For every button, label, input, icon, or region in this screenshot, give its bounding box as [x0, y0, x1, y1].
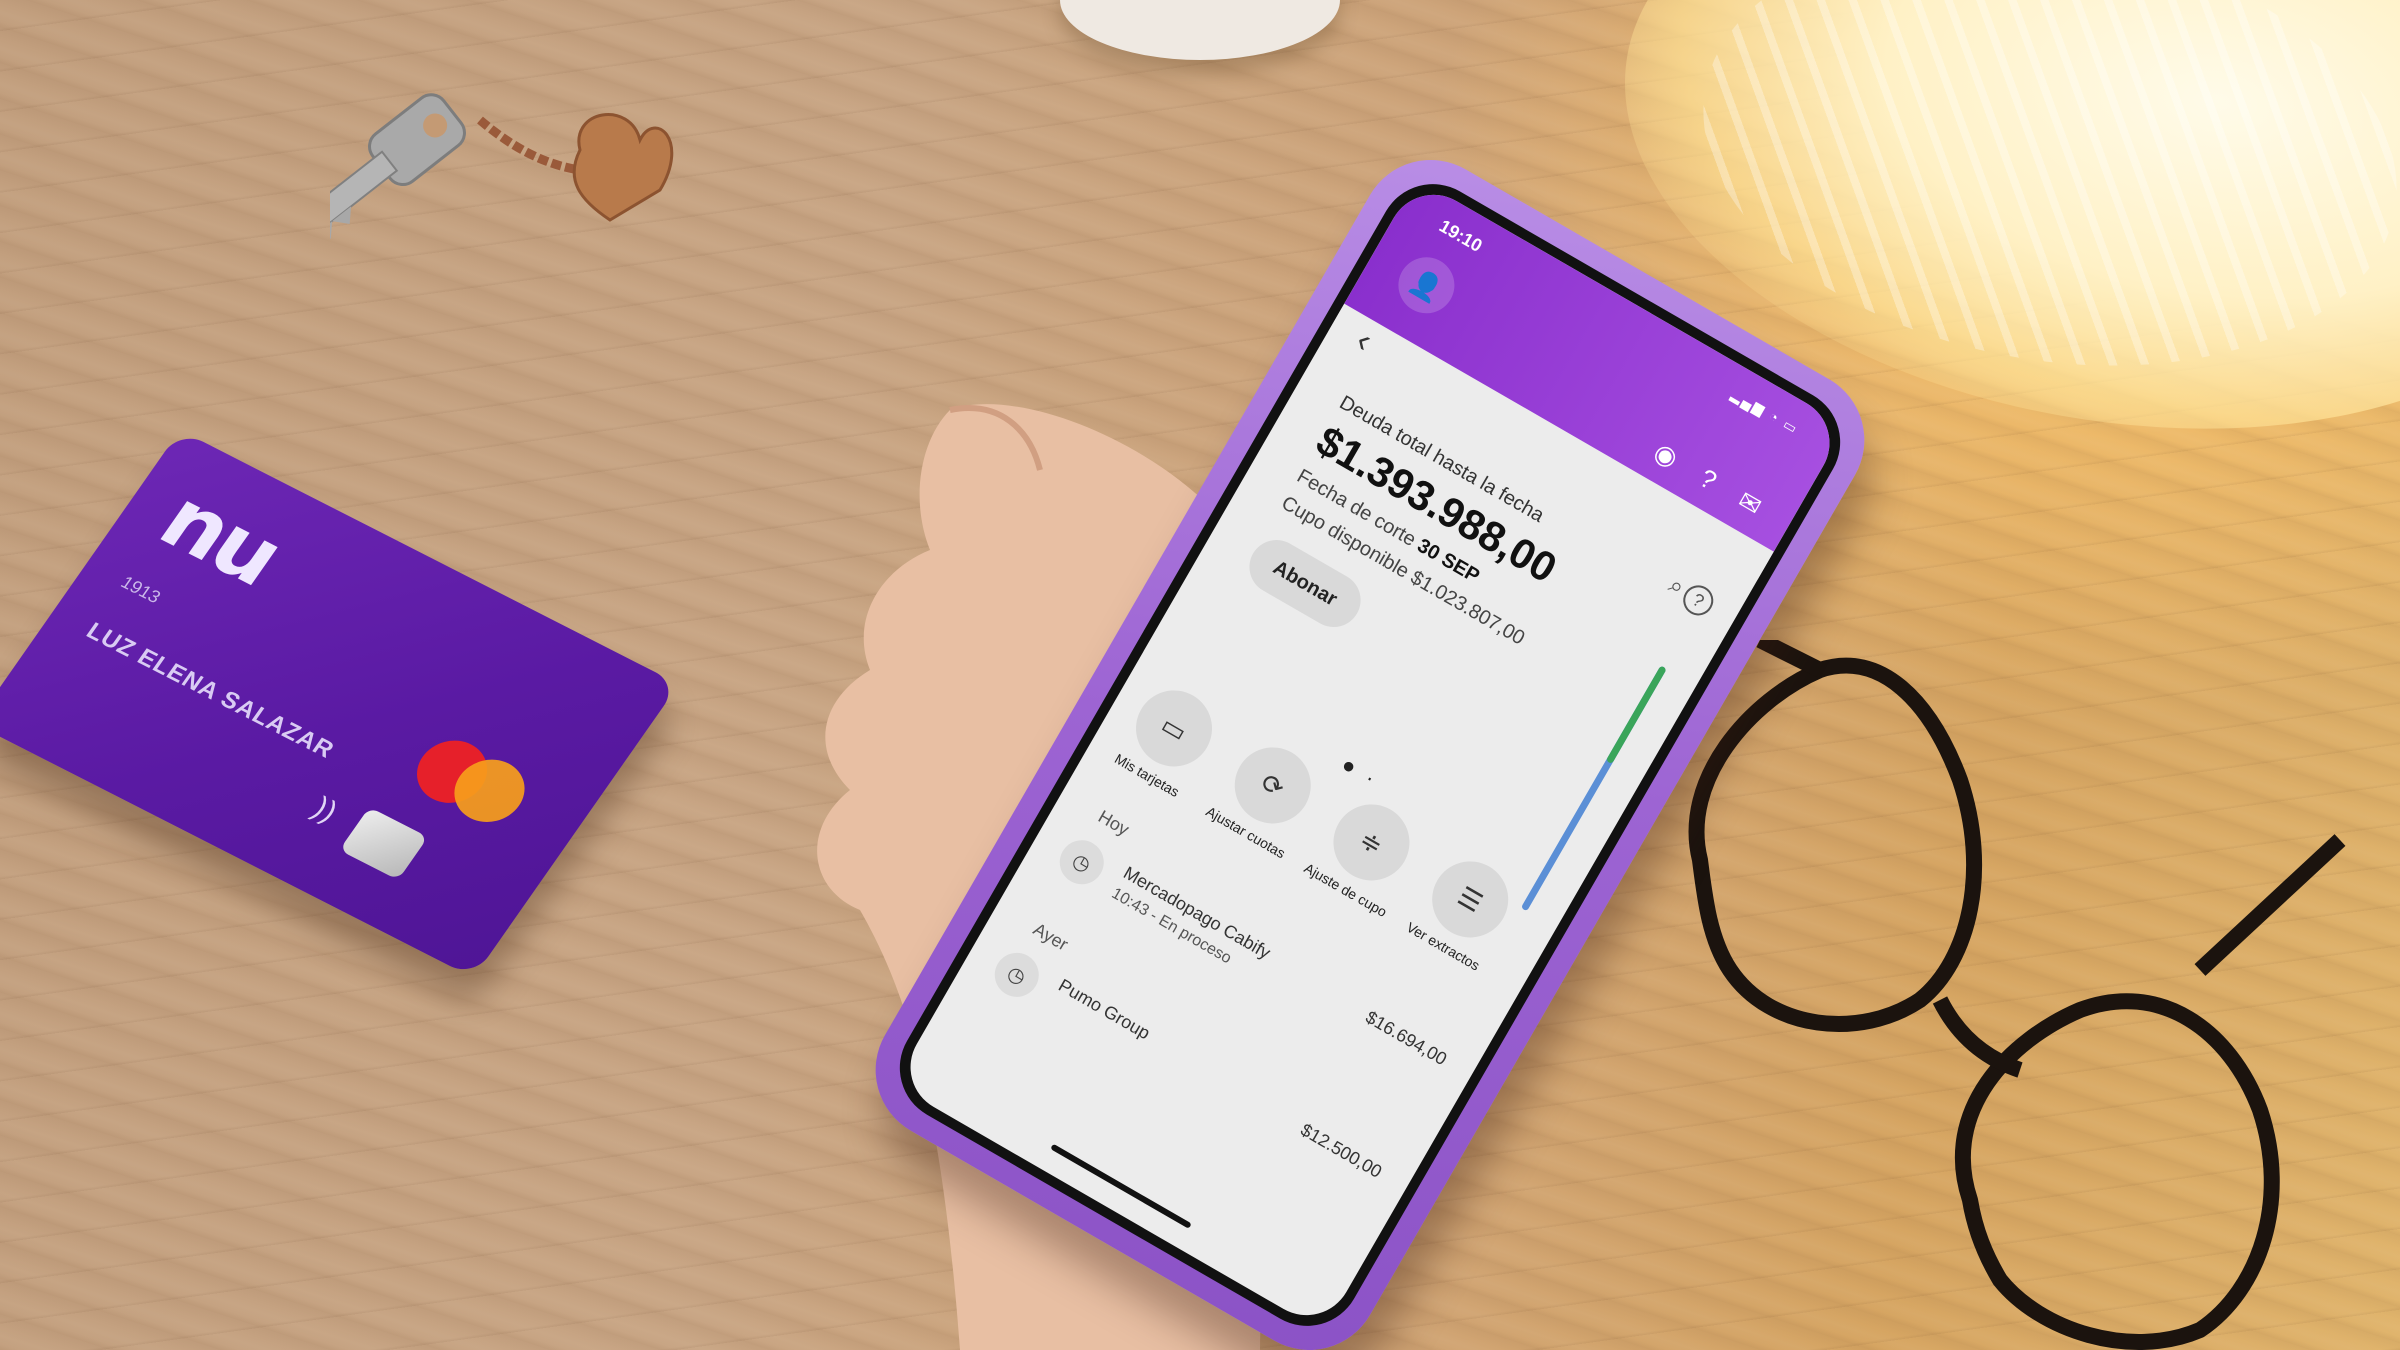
contactless-icon: )): [306, 791, 344, 828]
clock-icon: ◷: [1051, 832, 1112, 893]
card-holder-name: LUZ ELENA SALAZAR: [81, 617, 340, 764]
eyeglasses: [1688, 640, 2346, 1350]
card-digits: 1913: [117, 572, 165, 607]
person-icon: 👤: [1405, 263, 1449, 306]
section-yesterday: Ayer: [1029, 918, 1072, 955]
clock-icon: ◷: [986, 944, 1047, 1005]
signal-wifi-battery-icon: ▂▄▆ ◔ ▭: [1728, 385, 1802, 438]
mail-icon[interactable]: ✉: [1732, 485, 1767, 523]
eye-icon[interactable]: ◉: [1648, 436, 1684, 474]
section-today: Hoy: [1094, 806, 1133, 840]
transaction-amount: $16.694,00: [1362, 1006, 1451, 1070]
card-logo: nu: [142, 471, 299, 604]
card-chip: [339, 807, 429, 881]
key-with-keychain: [330, 93, 674, 254]
photo-scene: nu 1913 LUZ ELENA SALAZAR )) 19:10 ▂▄▆ ◔…: [0, 0, 2400, 1350]
home-indicator: [1050, 1143, 1192, 1229]
transaction-name: Pumo Group: [1055, 975, 1154, 1044]
transaction-amount: $12.500,00: [1297, 1119, 1386, 1182]
profile-button[interactable]: 👤: [1388, 247, 1465, 324]
status-time: 19:10: [1435, 215, 1486, 257]
help-icon[interactable]: ?: [1694, 463, 1722, 497]
